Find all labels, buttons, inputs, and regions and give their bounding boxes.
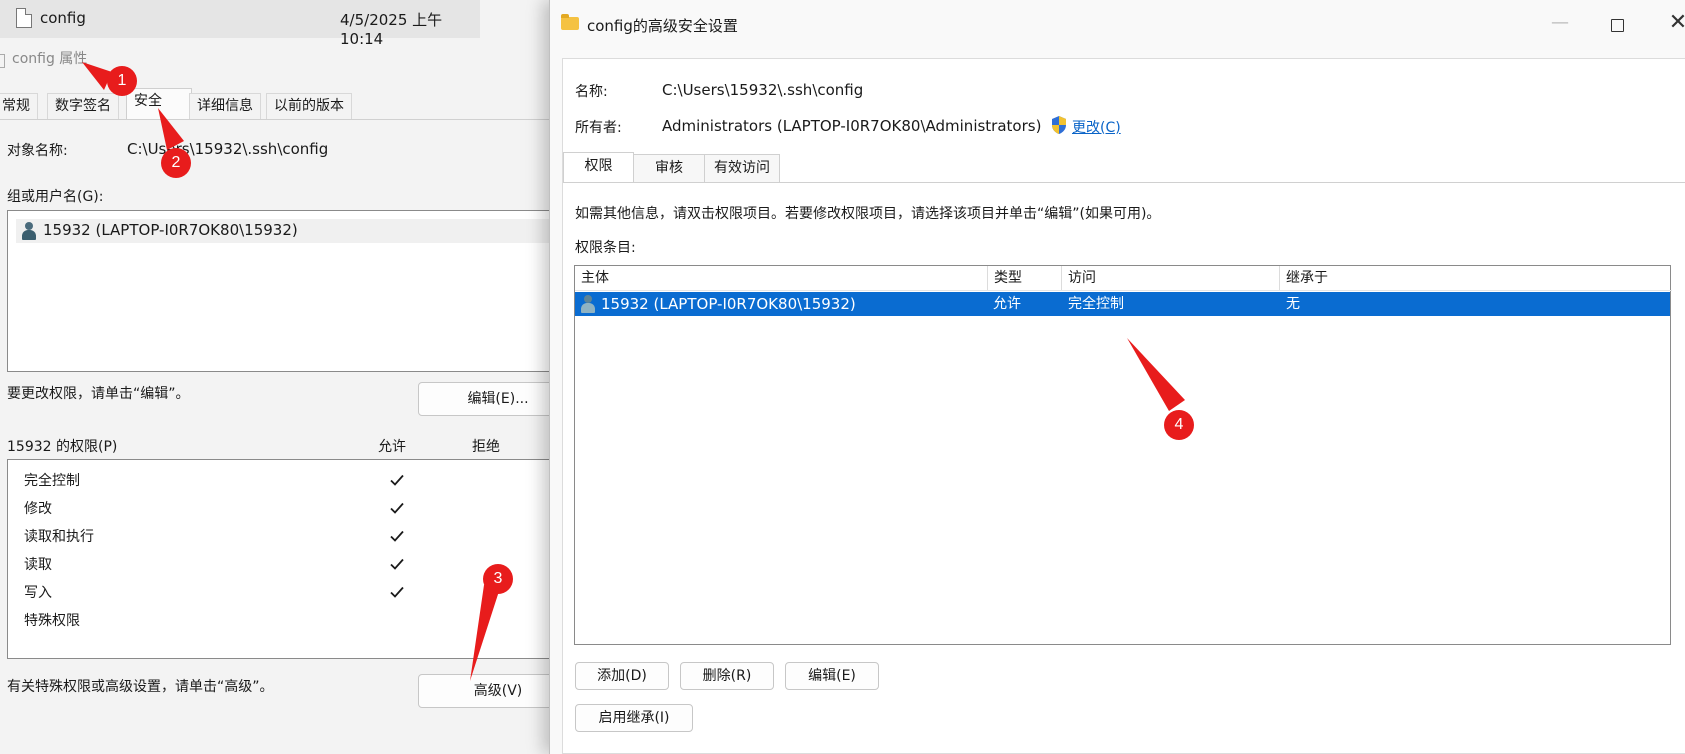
annotation-marker-2: 2	[161, 148, 191, 178]
arrow-2	[158, 108, 184, 150]
annotation-arrows	[82, 62, 1185, 681]
arrow-4	[1127, 338, 1185, 411]
annotation-marker-1: 1	[107, 66, 137, 96]
annotation-marker-4: 4	[1164, 410, 1194, 440]
arrow-3	[470, 585, 501, 681]
annotation-marker-3: 3	[483, 564, 513, 594]
